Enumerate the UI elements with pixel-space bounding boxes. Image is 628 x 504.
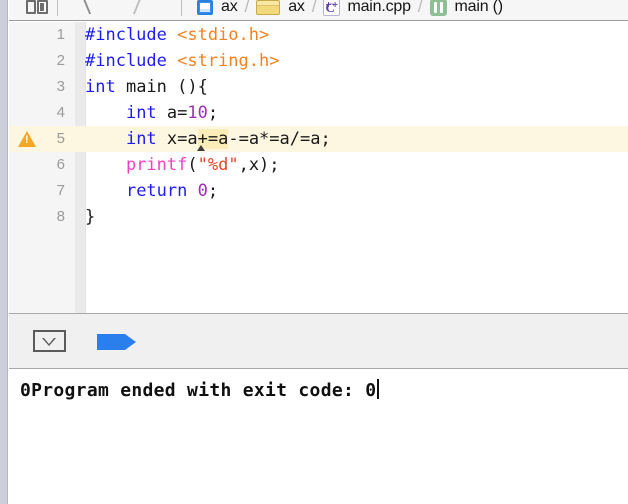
code-token: ; [207, 103, 219, 123]
step-arrow-button[interactable] [97, 334, 136, 350]
code-token: int [125, 129, 157, 149]
hide-debug-area-icon [42, 338, 56, 346]
navigator-strip[interactable] [0, 0, 8, 504]
code-token: ( [187, 155, 198, 175]
code-line[interactable]: 6 printf("%d",x); [9, 145, 628, 178]
code-token: #include [85, 51, 178, 71]
code-token: ; [207, 181, 219, 201]
code-line[interactable]: 7 return 0; [9, 178, 628, 204]
line-number: 7 [56, 182, 65, 199]
code-token: <string.h> [177, 51, 280, 71]
code-text: return 0; [85, 178, 218, 204]
cpp-file-icon: C ++ [323, 0, 341, 16]
chevron-back-icon [79, 0, 103, 16]
line-number: 5 [56, 130, 65, 147]
code-token: return [125, 181, 188, 201]
breadcrumb-item-folder[interactable]: ax [256, 0, 305, 20]
forward-button[interactable] [132, 0, 153, 20]
code-token: ,x); [238, 155, 280, 175]
code-lines: 1 #include <stdio.h> 2 #include <string.h> 3… [9, 22, 628, 230]
jump-bar: ax / ax / C ++ main.cpp / main () [9, 0, 628, 21]
line-number: 3 [56, 78, 65, 95]
code-token: } [85, 207, 96, 227]
panels-icon [26, 0, 48, 14]
code-text: int x=a+=a-=a*=a/=a; [85, 126, 331, 152]
chevron-forward-icon [132, 0, 153, 16]
code-line[interactable]: 3 int main (){ [9, 74, 628, 100]
code-line[interactable]: 4 int a=10; [9, 100, 628, 126]
breadcrumb-label: ax [288, 0, 305, 15]
breadcrumb-label: ax [221, 0, 238, 15]
code-token: "%d" [197, 155, 239, 175]
code-token: main (){ [115, 77, 208, 97]
folder-icon [256, 0, 281, 15]
code-line[interactable]: 1 #include <stdio.h> [9, 22, 628, 48]
code-text: printf("%d",x); [85, 152, 280, 178]
console-output-area[interactable]: 0Program ended with exit code: 0 [9, 369, 628, 504]
source-editor[interactable]: 1 #include <stdio.h> 2 #include <string.h> 3… [9, 22, 628, 313]
code-token: printf [125, 155, 188, 175]
jumpbar-divider-2 [181, 0, 182, 16]
project-icon [197, 0, 213, 15]
breadcrumb-separator: / [311, 0, 317, 16]
code-text: int main (){ [85, 74, 208, 100]
code-token: 0 [197, 181, 208, 201]
console-output-text: 0Program ended with exit code: 0 [20, 379, 380, 401]
code-token: x=a [156, 129, 198, 149]
code-line[interactable]: 2 #include <string.h> [9, 48, 628, 74]
breadcrumb-item-method[interactable]: main () [429, 0, 504, 20]
breadcrumb-item-file[interactable]: C ++ main.cpp [323, 0, 411, 20]
breadcrumb-separator: / [244, 0, 250, 16]
code-token: int [125, 103, 157, 123]
back-button[interactable] [79, 0, 103, 20]
breadcrumb-label: main () [454, 0, 504, 15]
code-text: int a=10; [85, 100, 218, 126]
method-icon [429, 0, 447, 16]
panels-toggle-button[interactable] [9, 0, 48, 20]
line-number: 2 [56, 52, 65, 69]
code-line[interactable]: 5 int x=a+=a-=a*=a/=a; [9, 126, 628, 152]
code-text: #include <string.h> [85, 48, 279, 74]
breadcrumb-item-project[interactable]: ax [197, 0, 238, 20]
code-token: <stdio.h> [177, 25, 270, 45]
line-number: 6 [56, 156, 65, 173]
code-token: -=a*=a/=a; [228, 129, 331, 149]
code-token: 10 [187, 103, 208, 123]
line-number: 1 [56, 26, 65, 43]
code-token: a= [156, 103, 188, 123]
code-token: int [85, 77, 116, 97]
breadcrumb-label: main.cpp [347, 0, 411, 15]
text-caret-marker [197, 145, 206, 151]
hide-debug-area-button[interactable] [33, 330, 66, 352]
code-line[interactable]: 8} [9, 204, 628, 230]
jumpbar-divider-1 [57, 0, 58, 16]
line-number: 8 [56, 208, 65, 225]
xcode-window: ax / ax / C ++ main.cpp / main () 1 #inc… [0, 0, 628, 504]
breadcrumb-separator: / [417, 0, 423, 16]
code-text: #include <stdio.h> [85, 22, 269, 48]
console-text-cursor [377, 379, 380, 399]
line-number: 4 [56, 104, 65, 121]
code-text: } [85, 204, 95, 230]
debug-bar [9, 313, 628, 369]
code-token: #include [85, 25, 178, 45]
